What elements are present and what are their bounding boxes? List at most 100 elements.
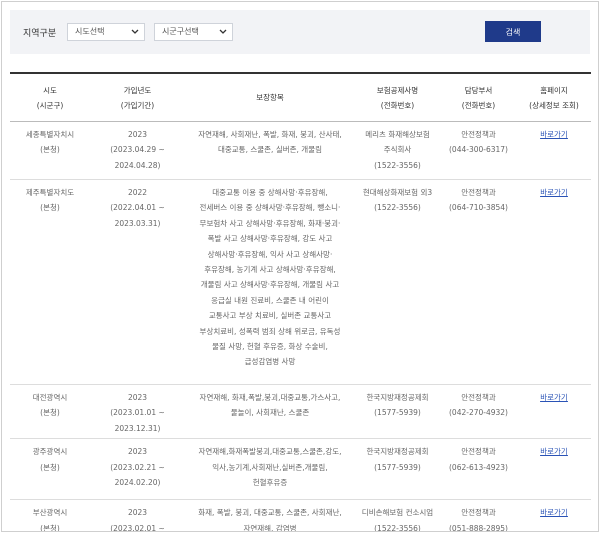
coverage-line: 대중교통, 스쿨존, 실버존, 개물림: [217, 145, 322, 155]
insurer-name: 디비손해보험 컨소시엄: [361, 508, 434, 518]
department-phone: (044-300-6317): [449, 145, 508, 155]
sigungu-select[interactable]: 시군구선택: [154, 23, 233, 41]
cell-homepage: 바로가기: [517, 179, 591, 385]
coverage-line: 급성감염병 사망: [244, 357, 296, 367]
header-homepage: 홈페이지 (상세정보 조회): [517, 73, 591, 122]
header-coverage: 보장항목: [185, 73, 355, 122]
insurance-table: 시도 (시군구) 가입년도 (가입기간) 보장항목 보험공제사명 (전화번호) 담당부서 (전화…: [10, 72, 591, 532]
header-department: 담당부서 (전화번호): [440, 73, 517, 122]
header-label: 가입년도: [123, 85, 152, 95]
join-year: 2023: [127, 447, 148, 457]
coverage-line: 자연재해, 감염병: [243, 523, 297, 532]
coverage-line: 교통사고 부상 치료비, 실버존 교통사고: [208, 311, 332, 321]
insurer-name: 한국지방재정공제회: [366, 447, 429, 457]
homepage-link[interactable]: 바로가기: [540, 447, 568, 456]
department-phone: (051-888-2895): [449, 523, 508, 532]
header-label: 보장항목: [256, 93, 284, 102]
sido-select[interactable]: 시도선택: [67, 23, 145, 41]
coverage-line: 대중교통 이용 중 상해사망·후유장해,: [212, 188, 328, 197]
search-button[interactable]: 검색: [485, 21, 541, 42]
cell-coverage: 자연재해, 사회재난, 폭발, 화재, 붕괴, 산사태, 대중교통, 스쿨존, 실…: [185, 121, 355, 180]
region-filter-bar: 지역구분 시도선택 시군구선택 검색: [10, 10, 590, 54]
header-insurer: 보험공제사명 (전화번호): [355, 73, 440, 122]
coverage-line: 자연재해, 화재,폭발,붕괴,대중교통,가스사고,: [199, 393, 341, 402]
coverage-line: 자연재해, 사회재난, 폭발, 화재, 붕괴, 산사태,: [198, 130, 342, 139]
department-name: 안전정책과: [461, 393, 496, 402]
insurer-name: 주식회사: [383, 145, 412, 155]
cell-coverage: 자연재해,화재폭발붕괴,대중교통,스쿨존,강도, 익사,농기계,사회재난,실버존,…: [185, 438, 355, 501]
join-period: (2023.04.29 ~ 2024.04.28): [110, 145, 165, 170]
header-year: 가입년도 (가입기간): [90, 73, 185, 122]
coverage-line: 화재, 폭발, 붕괴, 대중교통, 스쿨존, 사회재난,: [198, 508, 342, 518]
coverage-line: 폭발 사고 상해사망·후유장해, 강도 사고: [207, 234, 333, 244]
cell-year: 2023 (2023.04.29 ~ 2024.04.28): [90, 121, 185, 180]
sigungu-select-value: 시군구선택: [162, 27, 199, 36]
subregion-name: (본청): [40, 408, 60, 418]
subregion-name: (본청): [40, 523, 60, 532]
coverage-line: 전세버스 이용 중 상해사망·후유장해, 뺑소니·: [199, 203, 341, 213]
coverage-line: 익사,농기계,사회재난,실버존,개물림,: [212, 462, 328, 472]
region-name: 세종특별자치시: [25, 130, 75, 139]
region-filter-label: 지역구분: [23, 29, 57, 39]
table-row: 대전광역시 (본청) 2023 (2023.01.01 ~ 2023.12.31) 자연…: [10, 384, 591, 440]
cell-year: 2023 (2023.02.21 ~ 2024.02.20): [90, 438, 185, 501]
header-sublabel: (상세정보 조회): [529, 100, 579, 110]
coverage-line: 헌혈후유증: [252, 478, 288, 488]
coverage-line: 물질 사망, 헌혈 후유증, 화상 수술비,: [212, 342, 328, 352]
table-row: 부산광역시 (본청) 2023 (2023.02.01 ~ 2024.01.31) 화재…: [10, 499, 591, 532]
cell-homepage: 바로가기: [517, 438, 591, 501]
coverage-line: 후유장해, 농기계 사고 상해사망·후유장해,: [204, 265, 336, 275]
header-sublabel: (가입기간): [120, 100, 155, 110]
cell-department: 안전정책과 (051-888-2895): [440, 499, 517, 532]
department-name: 안전정책과: [461, 447, 496, 457]
cell-department: 안전정책과 (042-270-4932): [440, 384, 517, 440]
cell-year: 2023 (2023.02.01 ~ 2024.01.31): [90, 499, 185, 531]
join-period: (2023.02.21 ~ 2024.02.20): [110, 462, 165, 488]
cell-coverage: 화재, 폭발, 붕괴, 대중교통, 스쿨존, 사회재난, 자연재해, 감염병: [185, 499, 355, 532]
department-name: 안전정책과: [461, 130, 496, 139]
homepage-link[interactable]: 바로가기: [540, 508, 568, 517]
insurer-name: 메리츠 화재해상보험: [365, 130, 430, 139]
join-year: 2023: [127, 130, 148, 139]
insurer-phone: (1577-5939): [374, 462, 421, 472]
cell-insurer: 메리츠 화재해상보험 주식회사 (1522-3556): [355, 121, 440, 180]
homepage-link[interactable]: 바로가기: [540, 393, 568, 402]
coverage-line: 개물림 사고 상해사망·후유장해, 개물림 사고: [200, 280, 340, 290]
cell-homepage: 바로가기: [517, 499, 591, 531]
cell-insurer: 한국지방재정공제회 (1577-5939): [355, 438, 440, 501]
subregion-name: (본청): [40, 145, 60, 155]
chevron-down-icon: [131, 29, 139, 34]
region-name: 광주광역시: [32, 447, 68, 457]
join-year: 2022: [127, 188, 148, 197]
insurer-name: 현대해상화재보험 외3: [362, 188, 433, 197]
cell-region: 부산광역시 (본청): [10, 499, 90, 532]
cell-region: 제주특별자치도 (본청): [10, 179, 90, 385]
cell-homepage: 바로가기: [517, 384, 591, 440]
header-label: 시도: [43, 85, 57, 95]
chevron-down-icon: [219, 29, 227, 34]
cell-department: 안전정책과 (062-613-4923): [440, 438, 517, 501]
coverage-line: 부상치료비, 성폭력 범죄 상해 위로금, 유독성: [199, 326, 341, 336]
page-frame: 지역구분 시도선택 시군구선택 검색 시도 (시군구) 가입년도 (가입기간) 보장항목…: [1, 1, 599, 532]
coverage-line: 자연재해,화재폭발붕괴,대중교통,스쿨존,강도,: [198, 447, 342, 457]
cell-insurer: 디비손해보험 컨소시엄 (1522-3556): [355, 499, 440, 531]
homepage-link[interactable]: 바로가기: [540, 130, 568, 139]
header-label: 보험공제사명: [376, 85, 419, 95]
header-region: 시도 (시군구): [10, 73, 90, 122]
table-row: 제주특별자치도 (본청) 2022 (2022.04.01 ~ 2023.03.31)…: [10, 179, 591, 385]
department-phone: (042-270-4932): [449, 408, 508, 418]
homepage-link[interactable]: 바로가기: [540, 188, 568, 197]
subregion-name: (본청): [40, 462, 60, 472]
cell-insurer: 한국지방재정공제회 (1577-5939): [355, 384, 440, 440]
coverage-line: 물놀이, 사회재난, 스쿨존: [230, 408, 310, 418]
header-sublabel: (전화번호): [380, 100, 415, 110]
join-period: (2023.01.01 ~ 2023.12.31): [110, 408, 165, 433]
cell-year: 2023 (2023.01.01 ~ 2023.12.31): [90, 384, 185, 440]
cell-department: 안전정책과 (064-710-3854): [440, 179, 517, 385]
header-label: 담당부서: [464, 85, 493, 95]
coverage-line: 상해사망·후유장해, 익사 사고 상해사망·: [207, 249, 333, 259]
cell-coverage: 대중교통 이용 중 상해사망·후유장해, 전세버스 이용 중 상해사망·후유장해,…: [185, 179, 355, 385]
cell-coverage: 자연재해, 화재,폭발,붕괴,대중교통,가스사고, 물놀이, 사회재난, 스쿨존: [185, 384, 355, 440]
coverage-line: 무보험차 사고 상해사망·후유장해, 화재·붕괴·: [199, 218, 341, 228]
cell-region: 대전광역시 (본청): [10, 384, 90, 440]
